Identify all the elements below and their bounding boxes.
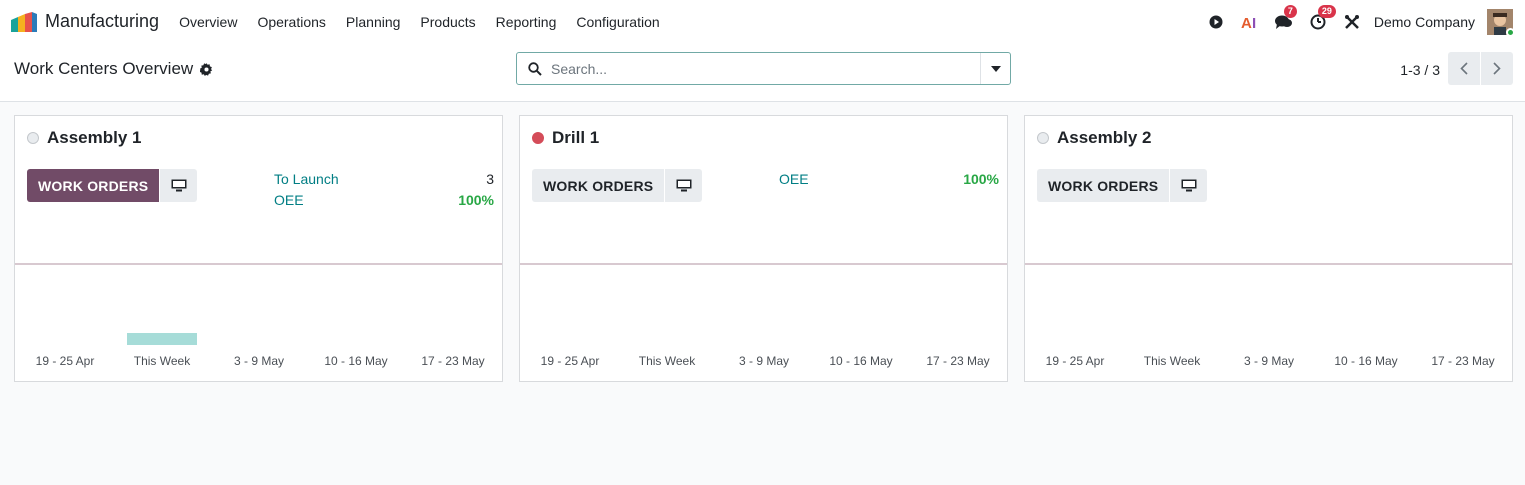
manufacturing-logo-icon [11, 11, 37, 32]
caret-down-icon [990, 65, 1001, 72]
tools-icon[interactable] [1342, 12, 1362, 32]
axis-tick-label: This Week [638, 354, 696, 368]
ai-icon[interactable]: AI [1240, 12, 1260, 32]
desktop-icon [676, 179, 692, 192]
stat-label-oee[interactable]: OEE [274, 192, 304, 208]
stat-label-oee[interactable]: OEE [779, 171, 809, 187]
main-menu: Overview Operations Planning Products Re… [179, 14, 680, 30]
work-orders-button[interactable]: WORK ORDERS [532, 169, 665, 202]
pager-value[interactable]: 1-3 / 3 [1400, 62, 1440, 78]
axis-tick-label: 3 - 9 May [738, 354, 790, 368]
card-buttons: WORK ORDERS [532, 169, 703, 202]
chevron-right-icon [1493, 62, 1501, 75]
chat-bubbles-icon[interactable]: 7 [1274, 4, 1297, 32]
workcenter-card: Drill 1 WORK ORDERS OEE 100% 19 - 25 Apr… [519, 115, 1008, 382]
svg-text:I: I [1252, 15, 1256, 29]
workcenter-card: Assembly 2 WORK ORDERS 19 - 25 Apr This W… [1024, 115, 1513, 382]
menu-overview[interactable]: Overview [179, 14, 237, 30]
monitor-button[interactable] [160, 169, 198, 202]
work-orders-button[interactable]: WORK ORDERS [1037, 169, 1170, 202]
workcenter-name[interactable]: Assembly 1 [47, 128, 142, 148]
stat-row: OEE 100% [779, 168, 999, 189]
workcenter-name[interactable]: Assembly 2 [1057, 128, 1152, 148]
workload-graph[interactable]: 19 - 25 Apr This Week 3 - 9 May 10 - 16 May… [15, 265, 502, 381]
control-panel: Work Centers Overview 1-3 / 3 [0, 43, 1525, 102]
axis-tick-label: 10 - 16 May [829, 354, 893, 368]
app-brand[interactable]: Manufacturing [11, 11, 159, 32]
desktop-icon [1181, 179, 1197, 192]
monitor-button[interactable] [1170, 169, 1208, 202]
work-orders-button[interactable]: WORK ORDERS [27, 169, 160, 202]
stat-value-oee: 100% [458, 191, 494, 208]
page-title: Work Centers Overview [14, 59, 194, 78]
card-header: Drill 1 [532, 128, 599, 148]
menu-products[interactable]: Products [420, 14, 475, 30]
menu-operations[interactable]: Operations [257, 14, 325, 30]
activities-badge: 29 [1317, 4, 1336, 18]
stat-value-to-launch: 3 [486, 170, 494, 187]
axis-tick-label: 19 - 25 Apr [35, 354, 95, 368]
card-header: Assembly 2 [1037, 128, 1152, 148]
stat-label-to-launch[interactable]: To Launch [274, 171, 339, 187]
top-navbar: Manufacturing Overview Operations Planni… [0, 0, 1525, 43]
workload-graph[interactable]: 19 - 25 Apr This Week 3 - 9 May 10 - 16 May… [520, 265, 1007, 381]
gear-icon[interactable] [200, 62, 213, 76]
workcenter-card: Assembly 1 WORK ORDERS To Launch 3 OEE 1… [14, 115, 503, 382]
card-stats: OEE 100% [779, 168, 999, 189]
search-icon [528, 61, 542, 76]
workload-graph[interactable]: 19 - 25 Apr This Week 3 - 9 May 10 - 16 May… [1025, 265, 1512, 381]
search-options-toggle[interactable] [980, 53, 1010, 84]
status-indicator[interactable] [1037, 132, 1049, 144]
chevron-left-icon [1460, 62, 1468, 75]
online-status-dot [1506, 27, 1515, 37]
breadcrumb: Work Centers Overview [14, 59, 213, 79]
play-circle-icon[interactable] [1206, 12, 1226, 32]
axis-tick-label: This Week [133, 354, 191, 368]
app-name: Manufacturing [45, 11, 160, 31]
card-header: Assembly 1 [27, 128, 142, 148]
search-bar [516, 52, 1011, 85]
menu-configuration[interactable]: Configuration [576, 14, 659, 30]
company-switcher[interactable]: Demo Company [1374, 14, 1475, 30]
status-indicator[interactable] [532, 132, 544, 144]
axis-tick-label: This Week [1143, 354, 1201, 368]
systray: AI 7 29 Demo Company [1192, 0, 1515, 43]
search-input[interactable] [551, 60, 971, 77]
chart-bar[interactable] [127, 333, 197, 345]
card-stats: To Launch 3 OEE 100% [274, 168, 494, 210]
card-buttons: WORK ORDERS [1037, 169, 1208, 202]
stat-value-oee: 100% [963, 170, 999, 187]
axis-tick-label: 10 - 16 May [324, 354, 388, 368]
pager-previous-button[interactable] [1448, 52, 1480, 85]
axis-tick-label: 17 - 23 May [1431, 354, 1495, 368]
status-indicator[interactable] [27, 132, 39, 144]
axis-tick-label: 17 - 23 May [421, 354, 485, 368]
axis-tick-label: 3 - 9 May [1243, 354, 1295, 368]
monitor-button[interactable] [665, 169, 703, 202]
menu-reporting[interactable]: Reporting [496, 14, 557, 30]
clock-icon[interactable]: 29 [1308, 4, 1336, 32]
axis-tick-label: 19 - 25 Apr [540, 354, 600, 368]
axis-tick-label: 17 - 23 May [926, 354, 990, 368]
workcenter-name[interactable]: Drill 1 [552, 128, 599, 148]
user-avatar[interactable] [1487, 8, 1515, 37]
stat-row: OEE 100% [274, 189, 494, 210]
stat-row: To Launch 3 [274, 168, 494, 189]
axis-tick-label: 19 - 25 Apr [1045, 354, 1105, 368]
svg-text:A: A [1241, 15, 1252, 29]
axis-tick-label: 3 - 9 May [233, 354, 285, 368]
desktop-icon [171, 179, 187, 192]
menu-planning[interactable]: Planning [346, 14, 401, 30]
messages-badge: 7 [1283, 4, 1297, 18]
axis-tick-label: 10 - 16 May [1334, 354, 1398, 368]
pager-next-button[interactable] [1481, 52, 1513, 85]
card-buttons: WORK ORDERS [27, 169, 198, 202]
